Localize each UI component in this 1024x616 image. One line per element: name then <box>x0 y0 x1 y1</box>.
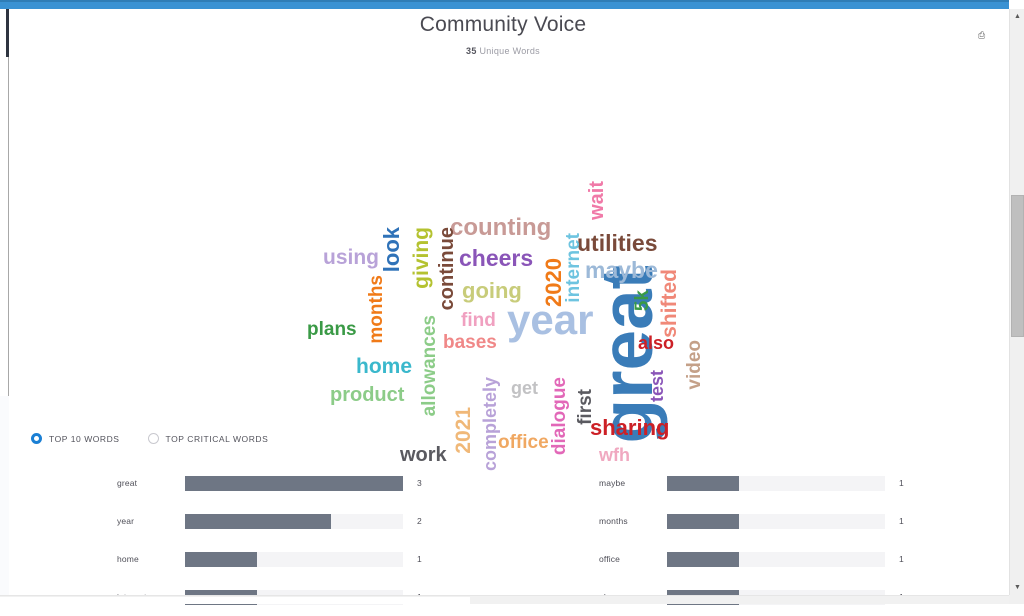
unique-words-count: 35 <box>466 46 477 56</box>
vertical-scrollbar-thumb[interactable] <box>1011 195 1024 337</box>
bar-row[interactable]: great 3 <box>117 464 537 502</box>
cloud-word[interactable]: completely <box>480 377 500 471</box>
cloud-word[interactable]: office <box>498 433 549 452</box>
bar-value: 3 <box>417 478 422 488</box>
bar-row[interactable]: maybe 1 <box>599 464 1019 502</box>
cloud-word[interactable]: cheers <box>459 247 533 270</box>
cloud-word[interactable]: going <box>462 280 522 302</box>
bar-row[interactable]: months 1 <box>599 502 1019 540</box>
cloud-word[interactable]: dialogue <box>549 377 570 455</box>
word-cloud: great year counting cheers utilities maybe sha… <box>9 87 997 471</box>
cloud-word[interactable]: maybe <box>585 259 658 282</box>
unique-words-summary: 35 Unique Words <box>9 46 997 56</box>
bar-track <box>667 513 885 529</box>
bar-row[interactable]: home 1 <box>117 540 537 578</box>
bar-label: office <box>599 554 621 564</box>
scroll-up-arrow-icon[interactable]: ▲ <box>1010 9 1024 24</box>
bar-fill <box>185 551 257 567</box>
bar-value: 2 <box>417 516 422 526</box>
cloud-word[interactable]: bases <box>443 333 497 352</box>
bar-track <box>185 551 403 567</box>
bar-label: year <box>117 516 135 526</box>
cloud-word[interactable]: continue <box>436 227 458 310</box>
bar-track <box>667 551 885 567</box>
cloud-word[interactable]: plans <box>307 320 357 339</box>
cloud-word[interactable]: allowances <box>419 315 440 416</box>
cloud-word[interactable]: 2020 <box>541 258 566 307</box>
bar-value: 1 <box>417 554 422 564</box>
bar-label: home <box>117 554 139 564</box>
bar-label: months <box>599 516 628 526</box>
radio-unselected-icon[interactable] <box>147 433 159 444</box>
cloud-word[interactable]: shifted <box>658 269 681 338</box>
cloud-word[interactable]: video <box>684 340 705 390</box>
bar-row[interactable]: office 1 <box>599 540 1019 578</box>
report-body: ⎙ Community Voice 35 Unique Words great y… <box>9 9 1009 605</box>
bar-column-left: great3year2home1internet1 <box>117 464 537 616</box>
horizontal-scrollbar[interactable] <box>0 595 1009 604</box>
radio-option-label: TOP CRITICAL WORDS <box>165 433 269 444</box>
bar-fill <box>185 475 403 491</box>
bar-track <box>667 475 885 491</box>
bar-row[interactable]: year 2 <box>117 502 537 540</box>
bar-value: 1 <box>899 478 904 488</box>
radio-option-top-10-words[interactable]: TOP 10 WORDS <box>31 433 120 444</box>
top-accent-bar <box>0 0 1009 9</box>
bar-fill <box>667 551 739 567</box>
cloud-word[interactable]: months <box>366 275 387 344</box>
cloud-word[interactable]: utilities <box>577 232 658 255</box>
radio-option-top-critical-words[interactable]: TOP CRITICAL WORDS <box>147 433 269 444</box>
vertical-scrollbar[interactable]: ▲ ▼ <box>1009 9 1024 595</box>
scroll-down-arrow-icon[interactable]: ▼ <box>1010 580 1024 595</box>
radio-option-label: TOP 10 WORDS <box>49 433 120 444</box>
cloud-word[interactable]: using <box>323 247 379 268</box>
mode-selector: TOP 10 WORDS TOP CRITICAL WORDS <box>31 433 268 444</box>
cloud-word[interactable]: look <box>379 227 404 272</box>
cloud-word[interactable]: product <box>330 385 404 405</box>
unique-words-label: Unique Words <box>476 46 540 56</box>
cloud-word[interactable]: counting <box>450 216 551 240</box>
bar-track <box>185 475 403 491</box>
bar-value: 1 <box>899 554 904 564</box>
cloud-word[interactable]: find <box>461 311 496 330</box>
application-window: ⎙ Community Voice 35 Unique Words great y… <box>0 0 1024 605</box>
cloud-word[interactable]: home <box>356 356 412 377</box>
cloud-word[interactable]: first <box>575 389 596 425</box>
bar-label: great <box>117 478 138 488</box>
cloud-word[interactable]: sharing <box>590 417 669 439</box>
bar-track <box>185 513 403 529</box>
cloud-word[interactable]: internet <box>563 233 584 303</box>
left-lower-panel <box>0 396 9 595</box>
radio-selected-icon[interactable] <box>31 433 42 444</box>
bar-fill <box>667 475 739 491</box>
bar-column-right: maybe1months1office1plans1 <box>599 464 1019 616</box>
bar-value: 1 <box>899 516 904 526</box>
bar-fill <box>185 513 332 529</box>
cloud-word[interactable]: get <box>511 379 538 397</box>
page-title: Community Voice <box>419 13 587 36</box>
cloud-word[interactable]: wait <box>586 181 608 220</box>
cloud-word[interactable]: work <box>400 445 447 465</box>
cloud-word[interactable]: test <box>647 370 667 402</box>
horizontal-scrollbar-thumb[interactable] <box>0 597 470 604</box>
cloud-word[interactable]: wfh <box>599 446 630 464</box>
cloud-word[interactable]: 5k <box>632 290 653 311</box>
cloud-word[interactable]: 2021 <box>452 407 475 454</box>
bar-label: maybe <box>599 478 626 488</box>
cloud-word[interactable]: giving <box>410 227 433 289</box>
scrollbar-corner <box>1009 595 1024 604</box>
bar-fill <box>667 513 739 529</box>
